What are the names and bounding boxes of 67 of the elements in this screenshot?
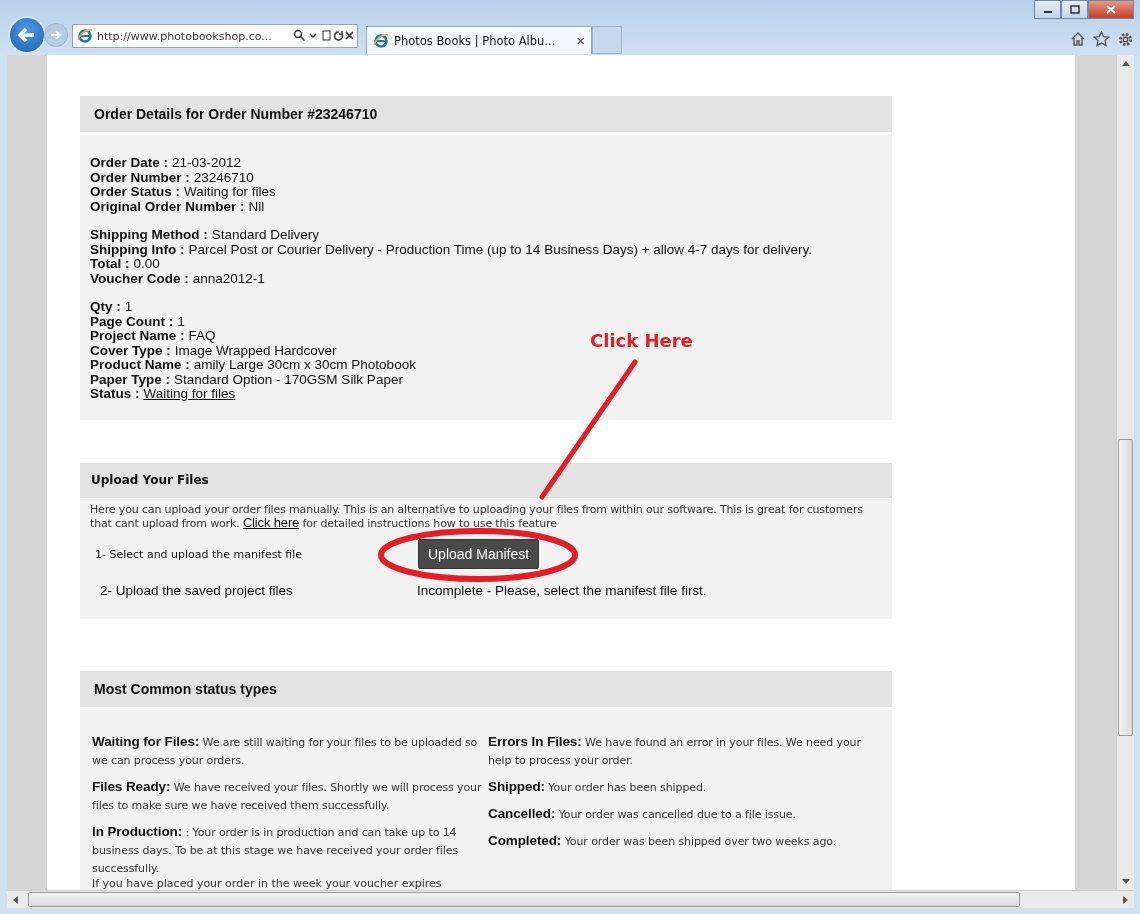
maximize-icon: [1069, 5, 1080, 14]
field-label: Total :: [90, 256, 130, 271]
field-label: Order Status :: [90, 184, 181, 199]
field-value: 1: [177, 313, 185, 329]
browser-tab[interactable]: Photos Books | Photo Albu... ×: [366, 26, 592, 54]
upload-manifest-button[interactable]: Upload Manifest: [418, 539, 540, 569]
field-label: Page Count :: [90, 313, 174, 329]
field-label: Cover Type :: [90, 342, 171, 358]
field-label: Qty :: [90, 299, 121, 314]
intro-paragraph: Here you can upload your order files manually. This is an alternative to uploading your files from within our software. This is great for customers that cant upload from work. Click here for detailed instructions how to use this feature: [90, 503, 864, 530]
field-value: Standard Option - 170GSM Silk Paper: [174, 371, 403, 387]
section-header: Upload Your Files: [80, 463, 892, 498]
section-header: Order Details for Order Number #23246710: [80, 96, 892, 132]
field-value: Nil: [248, 198, 265, 214]
browser-logo-icon: [373, 32, 389, 49]
field-value: Waiting for files: [184, 184, 276, 199]
annotation-label: Click Here: [590, 330, 693, 351]
step-status: Incomplete - Please, select the manifest file first.: [417, 583, 707, 598]
star-icon[interactable]: [1093, 31, 1110, 47]
back-button[interactable]: [8, 16, 46, 54]
field-value: FAQ: [188, 328, 216, 343]
status-description: Waiting for Files: We are still waiting for your files to be uploaded so we can process your orders.: [92, 733, 479, 769]
status-description: Completed: Your order was been shipped over two weeks ago.: [488, 832, 838, 850]
field-value: amily Large 30cm x 30cm Photobook: [193, 357, 416, 372]
status-note: If you have placed your order in the week your voucher expires: [92, 877, 443, 890]
forward-arrow-icon: [49, 28, 63, 42]
field-value: Parcel Post or Courier Delivery - Production Time (up to 14 Business Days) + allow 4-7 days for delivery.: [188, 241, 813, 257]
field-label: Paper Type :: [90, 371, 171, 387]
field-value: 1: [124, 299, 133, 314]
horizontal-scrollbar[interactable]: [7, 890, 1134, 908]
close-icon: [1106, 5, 1116, 14]
field-label: Original Order Number :: [90, 198, 245, 214]
vertical-scrollbar[interactable]: [1116, 55, 1134, 890]
field-label: Order Date :: [90, 155, 169, 170]
section-header: Most Common status types: [80, 671, 892, 707]
field-value: anna2012-1: [192, 270, 265, 286]
address-text: http://www.photobookshop.co...: [97, 29, 273, 43]
address-bar[interactable]: http://www.photobookshop.co...: [72, 24, 358, 48]
field-value: 21-03-2012: [172, 155, 242, 170]
field-value: Standard Delivery: [211, 227, 320, 242]
step-label: 1- Select and upload the manifest file: [94, 547, 303, 561]
field-label: Project Name :: [90, 328, 185, 343]
address-bar-tools-icon[interactable]: [293, 29, 353, 43]
field-value: 0.00: [133, 256, 160, 271]
field-value: Image Wrapped Hardcover: [174, 342, 337, 358]
field-label: Shipping Info :: [90, 241, 185, 257]
instructions-link[interactable]: Click here: [242, 515, 300, 530]
field-label: Product Name :: [90, 357, 190, 372]
minimize-button[interactable]: [1034, 0, 1061, 19]
settings-icon[interactable]: [1117, 31, 1134, 48]
browser-logo-icon: [77, 28, 93, 44]
status-description: Errors In Files: We have found an error in your files. We need your help to process your order.: [488, 733, 862, 769]
field-label: Shipping Method :: [90, 227, 208, 242]
tab-close-button[interactable]: ×: [576, 32, 585, 49]
home-icon[interactable]: [1070, 31, 1086, 47]
field-value: 23246710: [193, 169, 254, 185]
maximize-button[interactable]: [1061, 0, 1088, 19]
field-label: Voucher Code :: [90, 270, 189, 286]
step-label: 2- Upload the saved project files: [99, 583, 294, 598]
field-label: Order Number :: [90, 169, 190, 185]
close-button[interactable]: [1088, 0, 1134, 19]
status-link[interactable]: Waiting for files: [143, 386, 236, 401]
status-description: Files Ready: We have received your files. Shortly we will process your files to make sure we have received them successfully.: [92, 778, 483, 814]
status-description: Shipped: Your order has been shipped.: [488, 778, 708, 796]
field-label: Status :: [90, 386, 140, 401]
status-description: In Production: : Your order is in production and can take up to 14 business days. To be at this stage we have received your order files successfully.: [92, 823, 460, 877]
status-description: Cancelled: Your order was cancelled due to a file issue.: [488, 805, 797, 823]
